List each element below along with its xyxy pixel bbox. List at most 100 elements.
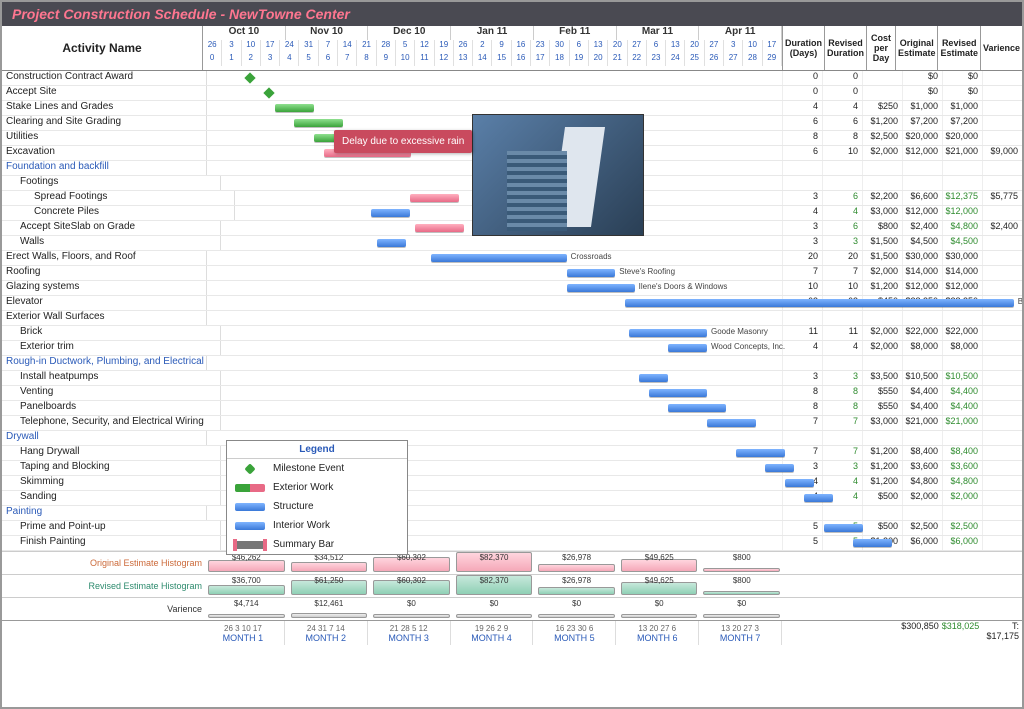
task-label: Drywall	[2, 431, 207, 445]
milestone-icon	[264, 87, 275, 98]
total-var: T: $17,175	[982, 621, 1022, 645]
task-label: Roofing	[2, 266, 207, 280]
task-row[interactable]: Drywall	[2, 431, 1022, 446]
hist-bar: $26,978	[536, 552, 617, 572]
task-label: Elevator	[2, 296, 207, 310]
task-row[interactable]: Rough-in Ductwork, Plumbing, and Electri…	[2, 356, 1022, 371]
gantt-bar[interactable]	[567, 269, 616, 277]
app-frame: Project Construction Schedule - NewTowne…	[0, 0, 1024, 709]
gantt-bar[interactable]	[736, 449, 785, 457]
hist-bar: $49,625	[619, 552, 700, 572]
gantt-bar[interactable]	[668, 344, 707, 352]
hist-bar: $0	[536, 598, 617, 618]
task-row[interactable]: Telephone, Security, and Electrical Wiri…	[2, 416, 1022, 431]
footer-row: 26 3 10 17MONTH 124 31 7 14MONTH 221 28 …	[2, 620, 1022, 645]
hist-bar: $12,461	[289, 598, 370, 618]
task-label: Excavation	[2, 146, 207, 160]
task-row[interactable]: Glazing systemsIlene's Doors & Windows10…	[2, 281, 1022, 296]
col-activity: Activity Name	[2, 26, 203, 70]
task-label: Accept Site	[2, 86, 207, 100]
task-label: Telephone, Security, and Electrical Wiri…	[2, 416, 221, 430]
task-row[interactable]: Panelboards88$550$4,400$4,400	[2, 401, 1022, 416]
hist-bar: $0	[701, 598, 782, 618]
task-label: Rough-in Ductwork, Plumbing, and Electri…	[2, 356, 207, 370]
task-label: Accept SiteSlab on Grade	[2, 221, 221, 235]
gantt-bar[interactable]	[824, 524, 863, 532]
hist-bar: $800	[701, 575, 782, 595]
hist-bar: $46,262	[206, 552, 287, 572]
task-row[interactable]: Sanding44$500$2,000$2,000	[2, 491, 1022, 506]
task-row[interactable]: Exterior Wall Surfaces	[2, 311, 1022, 326]
gantt-bar[interactable]	[649, 389, 707, 397]
task-row[interactable]: Skimming44$1,200$4,800$4,800	[2, 476, 1022, 491]
task-row[interactable]: Prime and Point-up55$500$2,500$2,500	[2, 521, 1022, 536]
data-columns: Duration (Days) Revised Duration Cost pe…	[782, 26, 1022, 70]
gantt-bar[interactable]	[294, 119, 343, 127]
task-row[interactable]: Erect Walls, Floors, and RoofCrossroads2…	[2, 251, 1022, 266]
gantt-bar[interactable]	[668, 404, 726, 412]
task-label: Skimming	[2, 476, 221, 490]
task-row[interactable]: Hang Drywall77$1,200$8,400$8,400	[2, 446, 1022, 461]
col-variance: Varience	[980, 26, 1022, 70]
task-row[interactable]: Finish Painting55$1,200$6,000$6,000	[2, 536, 1022, 551]
task-label: Install heatpumps	[2, 371, 221, 385]
task-row[interactable]: Exterior trimWood Concepts, Inc.44$2,000…	[2, 341, 1022, 356]
task-label: Stake Lines and Grades	[2, 101, 207, 115]
task-label: Exterior Wall Surfaces	[2, 311, 207, 325]
timeline-header: Oct 10Nov 10Dec 10Jan 11Feb 11Mar 11Apr …	[203, 26, 782, 70]
gantt-bar[interactable]	[567, 284, 635, 292]
task-label: Brick	[2, 326, 221, 340]
histogram-original: Original Estimate Histogram $46,262$34,5…	[2, 551, 1022, 574]
task-label: Foundation and backfill	[2, 161, 207, 175]
gantt-bar[interactable]	[785, 479, 814, 487]
task-row[interactable]: RoofingSteve's Roofing77$2,000$14,000$14…	[2, 266, 1022, 281]
task-label: Hang Drywall	[2, 446, 221, 460]
column-header: Activity Name Oct 10Nov 10Dec 10Jan 11Fe…	[2, 26, 1022, 71]
gantt-bar[interactable]	[639, 374, 668, 382]
gantt-bar[interactable]	[765, 464, 794, 472]
task-label: Glazing systems	[2, 281, 207, 295]
task-row[interactable]: Accept Site00$0$0	[2, 86, 1022, 101]
task-label: Sanding	[2, 491, 221, 505]
task-row[interactable]: Painting	[2, 506, 1022, 521]
task-label: Clearing and Site Grading	[2, 116, 207, 130]
gantt-bar[interactable]	[415, 224, 464, 232]
gantt-bar[interactable]	[804, 494, 833, 502]
gantt-bar[interactable]	[275, 104, 314, 112]
hist-bar: $49,625	[619, 575, 700, 595]
bar-label: Ilene's Doors & Windows	[639, 282, 728, 291]
task-label: Footings	[2, 176, 221, 190]
hist-bar: $82,370	[454, 575, 535, 595]
gantt-bar[interactable]	[707, 419, 756, 427]
gantt-bar[interactable]	[625, 299, 1014, 307]
gantt-bar[interactable]	[377, 239, 406, 247]
col-costday: Cost per Day	[866, 26, 895, 70]
task-row[interactable]: Install heatpumps33$3,500$10,500$10,500	[2, 371, 1022, 386]
legend-panel: Legend Milestone Event Exterior Work Str…	[226, 440, 408, 555]
gantt-bar[interactable]	[410, 194, 459, 202]
interior-swatch	[235, 522, 265, 530]
gantt-bar[interactable]	[629, 329, 707, 337]
gantt-bar[interactable]	[371, 209, 410, 217]
col-revdur: Revised Duration	[824, 26, 866, 70]
col-duration: Duration (Days)	[782, 26, 824, 70]
sheet[interactable]: Activity Name Oct 10Nov 10Dec 10Jan 11Fe…	[2, 26, 1022, 706]
milestone-icon	[244, 72, 255, 83]
structure-swatch	[235, 503, 265, 511]
task-label: Prime and Point-up	[2, 521, 221, 535]
gantt-bar[interactable]	[431, 254, 567, 262]
gantt-bar[interactable]	[853, 539, 892, 547]
task-row[interactable]: Walls33$1,500$4,500$4,500	[2, 236, 1022, 251]
bar-label: Goode Masonry	[711, 327, 768, 336]
task-row[interactable]: Venting88$550$4,400$4,400	[2, 386, 1022, 401]
hist-bar: $0	[454, 598, 535, 618]
hist-bar: $60,302	[371, 575, 452, 595]
task-row[interactable]: Taping and Blocking33$1,200$3,600$3,600	[2, 461, 1022, 476]
task-row[interactable]: Construction Contract Award00$0$0	[2, 71, 1022, 86]
task-row[interactable]: BrickGoode Masonry1111$2,000$22,000$22,0…	[2, 326, 1022, 341]
total-rev: $318,025	[942, 621, 983, 645]
exterior-swatch	[235, 484, 265, 492]
hist-bar: $36,700	[206, 575, 287, 595]
hist-bar: $0	[619, 598, 700, 618]
task-row[interactable]: ElevatorBetter Elevators6363$450$28,350$…	[2, 296, 1022, 311]
